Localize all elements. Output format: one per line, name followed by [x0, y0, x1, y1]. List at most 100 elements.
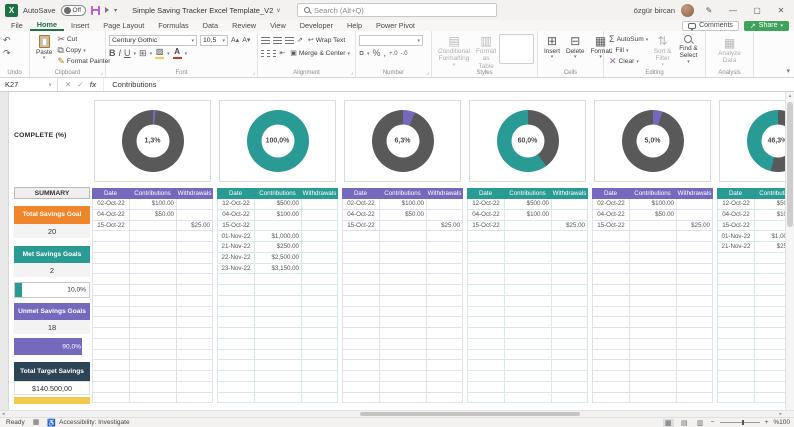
tab-insert[interactable]: Insert — [64, 20, 96, 31]
align-top-icon[interactable] — [261, 37, 270, 44]
date-cell[interactable] — [92, 360, 129, 370]
contribution-cell[interactable] — [629, 263, 676, 274]
withdrawal-cell[interactable] — [551, 231, 588, 241]
withdrawal-cell[interactable] — [301, 317, 338, 327]
analyze-data-button[interactable]: ▦ Analyze Data — [709, 36, 750, 66]
autosave-toggle[interactable]: Off — [60, 4, 87, 16]
align-middle-icon[interactable] — [273, 37, 282, 44]
date-cell[interactable] — [342, 252, 379, 263]
contribution-cell[interactable]: $50.00 — [379, 209, 426, 220]
date-cell[interactable] — [592, 231, 629, 241]
withdrawal-cell[interactable] — [426, 209, 463, 220]
shrink-font-icon[interactable]: A▾ — [242, 37, 250, 44]
contribution-cell[interactable] — [254, 338, 301, 349]
contribution-cell[interactable] — [504, 317, 551, 327]
withdrawal-cell[interactable] — [301, 252, 338, 263]
contribution-cell[interactable]: $100.00 — [504, 209, 551, 220]
withdrawal-cell[interactable] — [676, 231, 713, 241]
percent-style-icon[interactable]: % — [373, 49, 381, 58]
withdrawal-cell[interactable] — [301, 381, 338, 392]
date-cell[interactable] — [467, 392, 504, 403]
withdrawal-cell[interactable] — [301, 285, 338, 295]
withdrawal-cell[interactable] — [301, 349, 338, 360]
total-target-savings-value[interactable]: $140.500,00 — [14, 381, 90, 395]
contribution-cell[interactable] — [254, 360, 301, 370]
withdrawal-cell[interactable] — [176, 392, 213, 403]
withdrawal-cell[interactable] — [426, 338, 463, 349]
summary-header-cell[interactable]: SUMMARY — [14, 187, 90, 199]
date-cell[interactable] — [217, 317, 254, 327]
withdrawal-cell[interactable] — [176, 328, 213, 338]
date-cell[interactable] — [717, 360, 754, 370]
date-cell[interactable] — [717, 328, 754, 338]
date-cell[interactable] — [92, 252, 129, 263]
withdrawal-cell[interactable] — [176, 317, 213, 327]
contribution-cell[interactable] — [504, 328, 551, 338]
contribution-cell[interactable] — [629, 392, 676, 403]
withdrawal-cell[interactable] — [676, 252, 713, 263]
withdrawal-cell[interactable] — [676, 338, 713, 349]
align-bottom-icon[interactable] — [285, 37, 294, 44]
date-cell[interactable]: 04-Oct-22 — [467, 209, 504, 220]
contribution-cell[interactable]: $100.00 — [129, 199, 176, 209]
withdrawal-cell[interactable] — [551, 209, 588, 220]
contribution-cell[interactable] — [504, 371, 551, 381]
accessibility-status[interactable]: ♿ Accessibility: Investigate — [47, 419, 129, 427]
contribution-cell[interactable] — [379, 360, 426, 370]
date-cell[interactable] — [717, 371, 754, 381]
contribution-cell[interactable] — [379, 242, 426, 252]
draw-pen-icon[interactable]: ✎ — [700, 6, 718, 15]
contribution-cell[interactable]: $500.00 — [254, 199, 301, 209]
autosum-button[interactable]: Σ AutoSum ▾ — [607, 34, 650, 45]
withdrawal-cell[interactable] — [176, 285, 213, 295]
withdrawal-cell[interactable] — [676, 199, 713, 209]
date-cell[interactable] — [467, 231, 504, 241]
contribution-cell[interactable] — [129, 338, 176, 349]
met-goals-header[interactable]: Met Savings Goals — [14, 246, 90, 263]
withdrawal-cell[interactable] — [176, 349, 213, 360]
date-cell[interactable]: 02-Oct-22 — [342, 199, 379, 209]
date-cell[interactable] — [592, 252, 629, 263]
contribution-cell[interactable] — [379, 220, 426, 231]
contribution-cell[interactable] — [504, 360, 551, 370]
contribution-cell[interactable] — [129, 381, 176, 392]
dialog-launcher-icon[interactable]: ⌟ — [350, 70, 353, 76]
cell-styles-gallery[interactable] — [499, 34, 534, 64]
withdrawal-cell[interactable] — [301, 220, 338, 231]
contribution-cell[interactable] — [504, 392, 551, 403]
zoom-level[interactable]: %100 — [773, 419, 790, 426]
accounting-format-icon[interactable]: ¤ — [359, 49, 364, 58]
underline-button[interactable]: U — [124, 49, 131, 58]
contribution-cell[interactable] — [629, 360, 676, 370]
date-cell[interactable]: 04-Oct-22 — [342, 209, 379, 220]
date-cell[interactable] — [467, 360, 504, 370]
contribution-cell[interactable] — [504, 263, 551, 274]
contribution-cell[interactable] — [254, 328, 301, 338]
contribution-cell[interactable] — [504, 220, 551, 231]
date-cell[interactable] — [592, 349, 629, 360]
zoom-slider[interactable] — [719, 420, 760, 425]
date-cell[interactable] — [92, 263, 129, 274]
date-cell[interactable] — [217, 295, 254, 306]
date-cell[interactable] — [717, 306, 754, 317]
contribution-cell[interactable] — [629, 285, 676, 295]
date-cell[interactable] — [592, 306, 629, 317]
insert-function-icon[interactable]: fx — [90, 80, 97, 89]
withdrawal-cell[interactable] — [301, 371, 338, 381]
cancel-entry-icon[interactable]: ✕ — [65, 80, 71, 89]
font-name-select[interactable]: Century Gothic ▾ — [109, 35, 197, 46]
withdrawal-cell[interactable] — [551, 263, 588, 274]
contribution-cell[interactable] — [379, 263, 426, 274]
date-cell[interactable] — [342, 371, 379, 381]
paste-button[interactable]: Paste ▾ — [33, 34, 55, 68]
withdrawal-cell[interactable] — [301, 199, 338, 209]
vertical-scrollbar[interactable]: ▴ — [785, 92, 794, 410]
date-cell[interactable]: 15-Oct-22 — [342, 220, 379, 231]
vertical-scroll-thumb[interactable] — [787, 102, 793, 227]
contribution-cell[interactable]: $100.00 — [379, 199, 426, 209]
contribution-cell[interactable]: $500.00 — [504, 199, 551, 209]
withdrawal-cell[interactable]: $25.00 — [551, 220, 588, 231]
contribution-cell[interactable] — [629, 231, 676, 241]
table-header-cell[interactable]: Contributions — [629, 188, 676, 199]
unmet-goals-header[interactable]: Unmet Savings Goals — [14, 303, 90, 320]
